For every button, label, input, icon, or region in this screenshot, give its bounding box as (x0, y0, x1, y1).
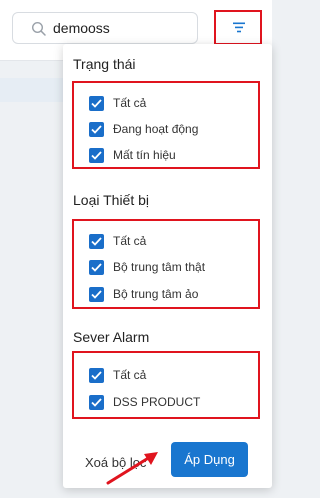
option-label: Đang hoạt động (113, 122, 199, 136)
option-label: Mất tín hiệu (113, 148, 176, 162)
annotation-arrow-icon (106, 452, 158, 485)
check-icon (91, 150, 102, 160)
filter-panel: Trạng thái Tất cả Đang hoạt động Mất tín… (63, 44, 272, 488)
server-alarm-options-group: Tất cả DSS PRODUCT (72, 351, 260, 419)
option-label: Bộ trung tâm thật (113, 260, 206, 274)
option-device-all[interactable]: Tất cả (89, 232, 146, 250)
apply-button[interactable]: Áp Dụng (171, 442, 248, 477)
option-status-active[interactable]: Đang hoạt động (89, 120, 198, 138)
section-title-server-alarm: Sever Alarm (73, 329, 150, 345)
device-type-options-group: Tất cả Bộ trung tâm thật Bộ trung tâm ảo (72, 219, 260, 309)
checkbox-checked[interactable] (89, 394, 104, 410)
search-icon (31, 21, 46, 36)
check-icon (91, 370, 102, 380)
option-device-physical-hub[interactable]: Bộ trung tâm thật (89, 258, 205, 276)
option-label: DSS PRODUCT (113, 395, 201, 409)
check-icon (91, 289, 102, 299)
search-box[interactable] (12, 12, 198, 44)
check-icon (91, 124, 102, 134)
check-icon (91, 98, 102, 108)
checkbox-checked[interactable] (89, 286, 104, 302)
option-status-lost-signal[interactable]: Mất tín hiệu (89, 146, 176, 164)
checkbox-checked[interactable] (89, 147, 104, 163)
checkbox-checked[interactable] (89, 367, 104, 383)
option-status-all[interactable]: Tất cả (89, 94, 146, 112)
option-label: Tất cả (113, 368, 147, 382)
checkbox-checked[interactable] (89, 121, 104, 137)
checkbox-checked[interactable] (89, 259, 104, 275)
checkbox-checked[interactable] (89, 95, 104, 111)
section-title-device-type: Loại Thiết bị (73, 192, 150, 208)
filter-button[interactable] (214, 10, 262, 45)
option-label: Tất cả (113, 96, 147, 110)
check-icon (91, 262, 102, 272)
option-label: Tất cả (113, 234, 147, 248)
check-icon (91, 236, 102, 246)
status-options-group: Tất cả Đang hoạt động Mất tín hiệu (72, 81, 260, 169)
filter-icon (233, 22, 245, 33)
check-icon (91, 397, 102, 407)
option-device-virtual-hub[interactable]: Bộ trung tâm ảo (89, 285, 198, 303)
option-alarm-dss-product[interactable]: DSS PRODUCT (89, 393, 200, 411)
search-input[interactable] (53, 18, 193, 38)
section-title-status: Trạng thái (73, 56, 136, 72)
option-label: Bộ trung tâm ảo (113, 287, 199, 301)
option-alarm-all[interactable]: Tất cả (89, 366, 146, 384)
checkbox-checked[interactable] (89, 233, 104, 249)
